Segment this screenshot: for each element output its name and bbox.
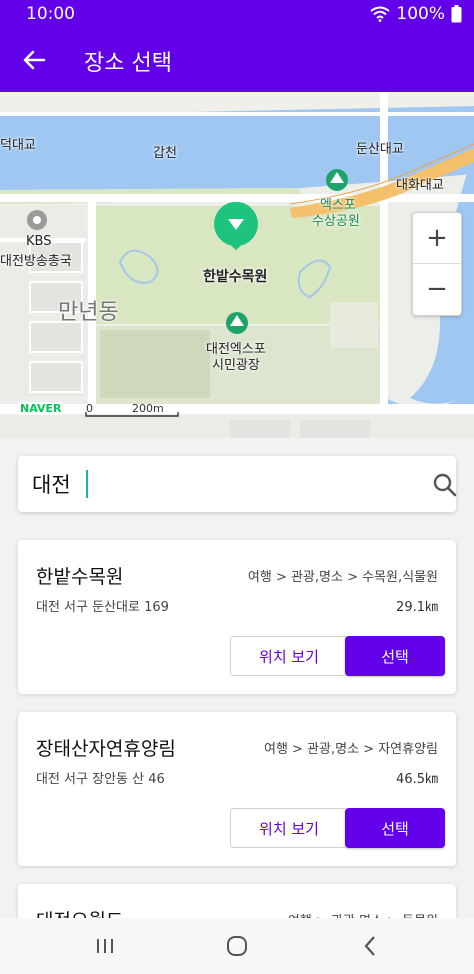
map-label-left-bridge: 덕대교 bbox=[0, 138, 36, 153]
place-name: 한밭수목원 bbox=[36, 566, 124, 588]
status-time: 10:00 bbox=[26, 4, 75, 24]
map-label-daehwa-bridge: 대화대교 bbox=[396, 178, 444, 193]
map-label-expo-park-2: 수상공원 bbox=[312, 214, 360, 229]
view-location-button[interactable]: 위치 보기 bbox=[230, 808, 348, 848]
map-view[interactable]: 갑천 둔산대교 덕대교 대화대교 엑스포 수상공원 KBS 대전방송총국 한밭수… bbox=[0, 92, 474, 438]
page-title: 장소 선택 bbox=[84, 51, 172, 76]
select-button[interactable]: 선택 bbox=[345, 808, 445, 848]
map-scale-value: 200m bbox=[132, 402, 164, 415]
battery-percent: 100% bbox=[396, 4, 445, 24]
system-nav-bar bbox=[0, 918, 474, 974]
map-label-gapcheon: 갑천 bbox=[153, 146, 177, 161]
place-distance: 29.1㎞ bbox=[396, 600, 438, 615]
naver-logo: NAVER bbox=[18, 402, 64, 415]
map-label-kbs-2: 대전방송총국 bbox=[0, 254, 72, 269]
app-bar: 장소 선택 bbox=[0, 28, 474, 92]
text-cursor bbox=[86, 470, 88, 498]
map-scale-zero: 0 bbox=[86, 402, 93, 415]
result-card[interactable]: 장태산자연휴양림 여행 > 관광,명소 > 자연휴양림 대전 서구 장안동 산 … bbox=[18, 712, 456, 866]
map-label-expo-square-2: 시민광장 bbox=[212, 358, 260, 373]
zoom-in-button[interactable]: + bbox=[413, 213, 461, 264]
map-label-kbs-1: KBS bbox=[26, 234, 52, 249]
status-bar: 10:00 100% bbox=[0, 0, 474, 28]
view-location-button[interactable]: 위치 보기 bbox=[230, 636, 348, 676]
place-category: 여행 > 관광,명소 > 수목원,식물원 bbox=[247, 570, 438, 585]
map-label-dunsan-bridge: 둔산대교 bbox=[356, 142, 404, 157]
search-icon[interactable] bbox=[432, 472, 458, 498]
status-right: 100% bbox=[370, 4, 462, 24]
place-category: 여행 > 관광,명소 > 자연휴양림 bbox=[263, 742, 438, 757]
home-icon[interactable] bbox=[222, 932, 252, 960]
wifi-icon bbox=[370, 6, 391, 22]
recent-apps-icon[interactable] bbox=[90, 932, 120, 960]
back-nav-icon[interactable] bbox=[356, 932, 386, 960]
place-address: 대전 서구 둔산대로 169 bbox=[36, 600, 169, 615]
result-card[interactable]: 한밭수목원 여행 > 관광,명소 > 수목원,식물원 대전 서구 둔산대로 16… bbox=[18, 540, 456, 694]
map-label-district: 만년동 bbox=[58, 300, 119, 325]
battery-icon bbox=[451, 5, 462, 23]
zoom-control: + − bbox=[412, 212, 462, 316]
place-name: 장태산자연휴양림 bbox=[36, 738, 176, 760]
select-button[interactable]: 선택 bbox=[345, 636, 445, 676]
arrow-left-icon[interactable] bbox=[18, 44, 50, 76]
zoom-out-button[interactable]: − bbox=[413, 264, 461, 314]
place-address: 대전 서구 장안동 산 46 bbox=[36, 772, 165, 787]
place-distance: 46.5㎞ bbox=[396, 772, 438, 787]
search-box bbox=[18, 456, 458, 512]
map-label-marker-place: 한밭수목원 bbox=[203, 269, 268, 285]
